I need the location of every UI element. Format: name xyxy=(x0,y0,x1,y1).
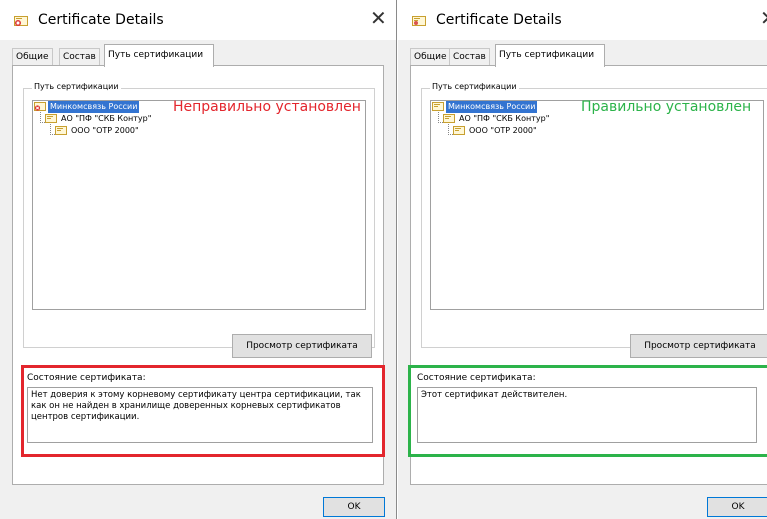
tree-node-label: Минкомсвязь России xyxy=(446,101,538,113)
error-highlight-frame xyxy=(21,365,385,457)
tab-details[interactable]: Состав xyxy=(449,48,490,66)
tree-node-leaf[interactable]: ООО "ОТР 2000" xyxy=(453,125,539,137)
ok-button[interactable]: OK xyxy=(323,497,385,517)
tree-node-label: ООО "ОТР 2000" xyxy=(71,126,139,135)
tab-certification-path[interactable]: Путь сертификации xyxy=(104,44,214,67)
certificate-error-icon xyxy=(14,16,28,26)
certificate-icon xyxy=(412,16,426,26)
group-label: Путь сертификации xyxy=(32,82,121,91)
tree-node-root[interactable]: Минкомсвязь России xyxy=(34,101,140,113)
tree-node-root[interactable]: Минкомсвязь России xyxy=(432,101,538,113)
tree-node-leaf[interactable]: ООО "ОТР 2000" xyxy=(55,125,141,137)
window-title: Certificate Details xyxy=(436,12,562,28)
tree-node-label: Минкомсвязь России xyxy=(48,101,140,113)
tree-node-label: АО "ПФ "СКБ Контур" xyxy=(61,114,152,123)
window-title: Certificate Details xyxy=(38,12,164,28)
tab-certification-path[interactable]: Путь сертификации xyxy=(495,44,605,67)
tab-general[interactable]: Общие xyxy=(410,48,451,66)
tree-node-intermediate[interactable]: АО "ПФ "СКБ Контур" xyxy=(443,113,551,125)
success-highlight-frame xyxy=(408,365,767,457)
certificate-icon xyxy=(453,126,465,135)
tree-node-label: АО "ПФ "СКБ Контур" xyxy=(459,114,550,123)
title-bar: Certificate Details ✕ xyxy=(398,0,767,40)
tree-node-intermediate[interactable]: АО "ПФ "СКБ Контур" xyxy=(45,113,153,125)
right-certificate-window: Certificate Details ✕ Общие Состав Путь … xyxy=(398,0,767,519)
certification-path-tree[interactable]: Минкомсвязь России АО "ПФ "СКБ Контур" О… xyxy=(430,99,764,310)
group-label: Путь сертификации xyxy=(430,82,519,91)
certificate-icon xyxy=(443,114,455,123)
close-icon[interactable]: ✕ xyxy=(760,8,767,28)
root-certificate-icon xyxy=(432,102,444,111)
certificate-icon xyxy=(55,126,67,135)
certification-path-tree[interactable]: Минкомсвязь России АО "ПФ "СКБ Контур" О… xyxy=(32,99,366,310)
title-bar: Certificate Details ✕ xyxy=(0,0,396,40)
tree-node-label: ООО "ОТР 2000" xyxy=(469,126,537,135)
annotation-correct: Правильно установлен xyxy=(581,99,752,115)
annotation-incorrect: Неправильно установлен xyxy=(173,99,361,115)
certification-path-group: Путь сертификации Минкомсвязь России АО … xyxy=(421,82,767,358)
ok-button[interactable]: OK xyxy=(707,497,767,517)
view-certificate-button[interactable]: Просмотр сертификата xyxy=(630,334,767,358)
close-icon[interactable]: ✕ xyxy=(370,8,387,28)
view-certificate-button[interactable]: Просмотр сертификата xyxy=(232,334,372,358)
certificate-icon xyxy=(45,114,57,123)
root-cert-error-icon xyxy=(34,102,46,111)
tab-general[interactable]: Общие xyxy=(12,48,53,66)
certification-path-group: Путь сертификации Минкомсвязь России АО … xyxy=(23,82,375,358)
tab-details[interactable]: Состав xyxy=(59,48,100,66)
left-certificate-window: Certificate Details ✕ Общие Состав Путь … xyxy=(0,0,397,519)
